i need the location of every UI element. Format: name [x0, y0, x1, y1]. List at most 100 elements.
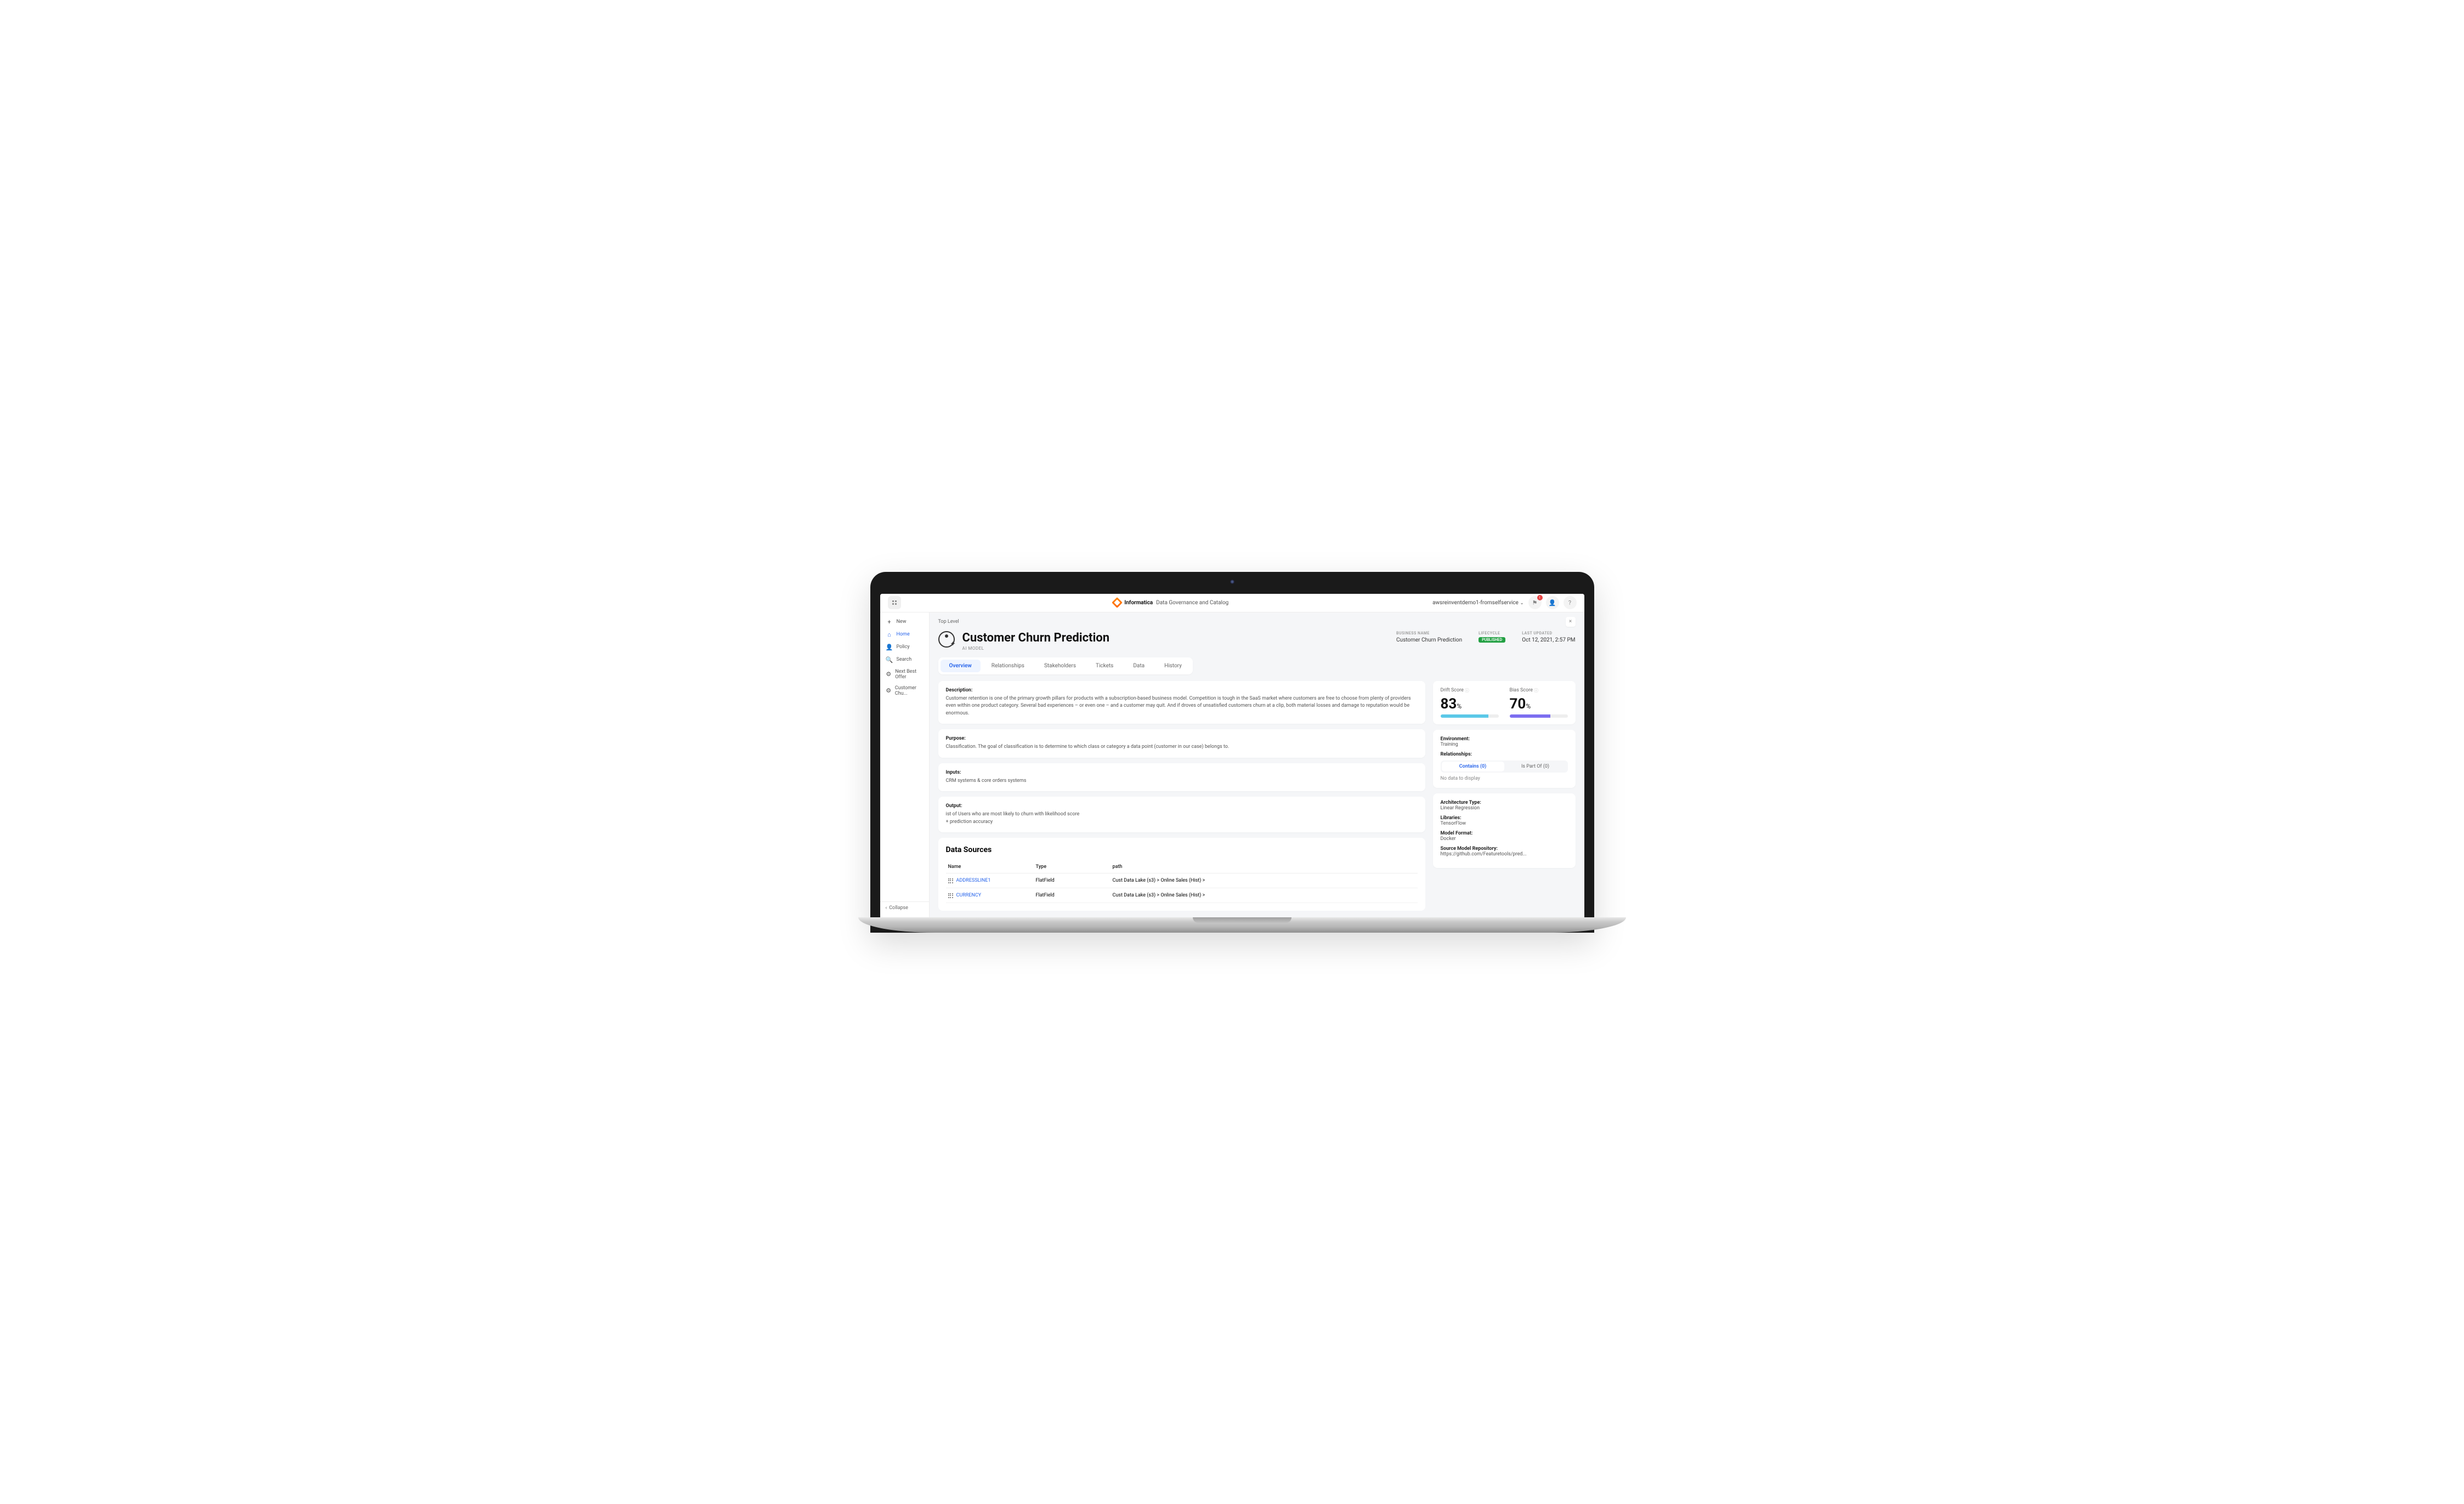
sidebar-item-label: Search — [897, 657, 912, 662]
model-info-card: Architecture Type:Linear Regression Libr… — [1433, 793, 1576, 868]
info-icon[interactable]: ⓘ — [1465, 688, 1469, 694]
data-sources-title: Data Sources — [946, 845, 1418, 854]
laptop-frame: Informatica Data Governance and Catalog … — [870, 572, 1594, 933]
business-name-value: Customer Churn Prediction — [1396, 637, 1462, 643]
model-format-value: Docker — [1441, 836, 1568, 842]
gear-icon: ⚙ — [886, 671, 892, 678]
app-switcher-button[interactable] — [888, 596, 901, 609]
row-name[interactable]: ADDRESSLINE1 — [956, 878, 991, 883]
output-text: ist of Users who are most likely to chur… — [946, 811, 1418, 826]
row-name[interactable]: CURRENCY — [956, 893, 982, 898]
environment-value: Training — [1441, 742, 1458, 747]
flag-icon: ⚑ — [1532, 599, 1538, 606]
sidebar: + New ⌂ Home 👤 Policy 🔍 Search ⚙ Nex — [880, 612, 930, 917]
plus-icon: + — [886, 618, 893, 626]
sidebar-item-new[interactable]: + New — [880, 616, 929, 628]
description-card: Description: Customer retention is one o… — [938, 681, 1425, 724]
topbar: Informatica Data Governance and Catalog … — [880, 594, 1584, 612]
user-name: awsreinventdemo1-fromselfservice — [1432, 600, 1519, 606]
inputs-text: CRM systems & core orders systems — [946, 777, 1418, 785]
policy-icon: 👤 — [886, 644, 893, 651]
environment-label: Environment: — [1441, 736, 1470, 742]
drag-icon — [948, 878, 953, 883]
tab-contains[interactable]: Contains (0) — [1442, 762, 1504, 771]
bias-score-label: Bias Score — [1510, 688, 1533, 693]
relationships-label: Relationships: — [1441, 752, 1568, 757]
tab-stakeholders[interactable]: Stakeholders — [1035, 660, 1085, 672]
drag-icon — [948, 893, 953, 898]
tab-data[interactable]: Data — [1124, 660, 1153, 672]
sidebar-item-label: Home — [897, 632, 910, 637]
drift-score-label: Drift Score — [1441, 688, 1464, 693]
lifecycle-label: LIFECYCLE — [1479, 631, 1505, 635]
close-button[interactable]: × — [1566, 617, 1576, 627]
column-header-path: path — [1113, 864, 1415, 870]
sidebar-item-label: New — [897, 619, 907, 625]
close-icon: × — [1569, 618, 1572, 625]
breadcrumb[interactable]: Top Level — [938, 619, 959, 625]
row-path: Cust Data Lake (s3) > Online Sales (Hist… — [1113, 878, 1415, 883]
chevron-down-icon: ⌄ — [1520, 600, 1524, 605]
help-button[interactable]: ? — [1564, 596, 1577, 609]
purpose-text: Classification. The goal of classificati… — [946, 744, 1418, 751]
tab-tickets[interactable]: Tickets — [1087, 660, 1122, 672]
libraries-value: TensorFlow — [1441, 821, 1568, 826]
sidebar-item-customer-churn[interactable]: ⚙ Customer Chu... — [880, 683, 929, 699]
sidebar-item-label: Next Best Offer — [895, 669, 923, 680]
architecture-label: Architecture Type: — [1441, 800, 1568, 805]
description-label: Description: — [946, 688, 1418, 693]
notifications-button[interactable]: ⚑ 1 — [1528, 596, 1542, 609]
home-icon: ⌂ — [886, 631, 893, 638]
chevron-left-icon: ‹ — [886, 905, 887, 911]
search-icon: 🔍 — [886, 656, 893, 663]
description-text: Customer retention is one of the primary… — [946, 695, 1418, 718]
model-format-label: Model Format: — [1441, 831, 1568, 836]
brand-logo-icon — [1112, 597, 1123, 608]
page-title: Customer Churn Prediction — [962, 631, 1389, 645]
collapse-button[interactable]: ‹ Collapse — [880, 901, 929, 914]
sidebar-item-policy[interactable]: 👤 Policy — [880, 641, 929, 654]
output-card: Output: ist of Users who are most likely… — [938, 797, 1425, 832]
tab-relationships[interactable]: Relationships — [983, 660, 1033, 672]
camera-icon — [1230, 580, 1234, 584]
notification-badge: 1 — [1537, 595, 1543, 600]
drift-score-value: 83 — [1441, 696, 1457, 712]
source-repo-value: https://github.com/Featuretools/pred... — [1441, 852, 1568, 857]
row-type: FlatField — [1036, 878, 1113, 883]
sidebar-item-home[interactable]: ⌂ Home — [880, 628, 929, 641]
scores-card: Drift Scoreⓘ 83% Bias Scoreⓘ 70% — [1433, 681, 1576, 724]
row-type: FlatField — [1036, 893, 1113, 898]
inputs-card: Inputs: CRM systems & core orders system… — [938, 763, 1425, 792]
sidebar-item-next-best-offer[interactable]: ⚙ Next Best Offer — [880, 666, 929, 683]
architecture-value: Linear Regression — [1441, 805, 1568, 811]
user-dropdown[interactable]: awsreinventdemo1-fromselfservice ⌄ — [1432, 600, 1523, 606]
info-icon[interactable]: ⓘ — [1534, 688, 1538, 694]
sidebar-item-label: Customer Chu... — [895, 685, 924, 696]
grid-icon — [892, 600, 897, 605]
output-label: Output: — [946, 803, 1418, 809]
brand-name: Informatica — [1124, 600, 1153, 606]
last-updated-label: LAST UPDATED — [1522, 631, 1575, 635]
tab-overview[interactable]: Overview — [941, 660, 981, 672]
screen: Informatica Data Governance and Catalog … — [880, 594, 1584, 917]
table-row[interactable]: ADDRESSLINE1 FlatField Cust Data Lake (s… — [946, 873, 1418, 888]
business-name-label: BUSINESS NAME — [1396, 631, 1462, 635]
last-updated-value: Oct 12, 2021, 2:57 PM — [1522, 637, 1575, 643]
collapse-label: Collapse — [889, 905, 908, 911]
laptop-notch — [1193, 917, 1292, 923]
laptop-base — [858, 917, 1626, 933]
table-row[interactable]: CURRENCY FlatField Cust Data Lake (s3) >… — [946, 888, 1418, 903]
percent-suffix: % — [1526, 702, 1531, 710]
source-repo-label: Source Model Repository: — [1441, 846, 1568, 852]
ai-model-icon — [938, 631, 955, 648]
relationships-card: Environment: Training Relationships: Con… — [1433, 730, 1576, 788]
tab-part-of[interactable]: Is Part Of (0) — [1504, 762, 1567, 771]
sidebar-item-search[interactable]: 🔍 Search — [880, 654, 929, 666]
sidebar-item-label: Policy — [897, 644, 910, 650]
data-sources-card: Data Sources Name Type path — [938, 838, 1425, 911]
inputs-label: Inputs: — [946, 770, 1418, 775]
tab-history[interactable]: History — [1155, 660, 1191, 672]
bias-score-bar — [1510, 714, 1550, 718]
profile-button[interactable]: 👤 — [1546, 596, 1559, 609]
column-header-name: Name — [948, 864, 1036, 870]
